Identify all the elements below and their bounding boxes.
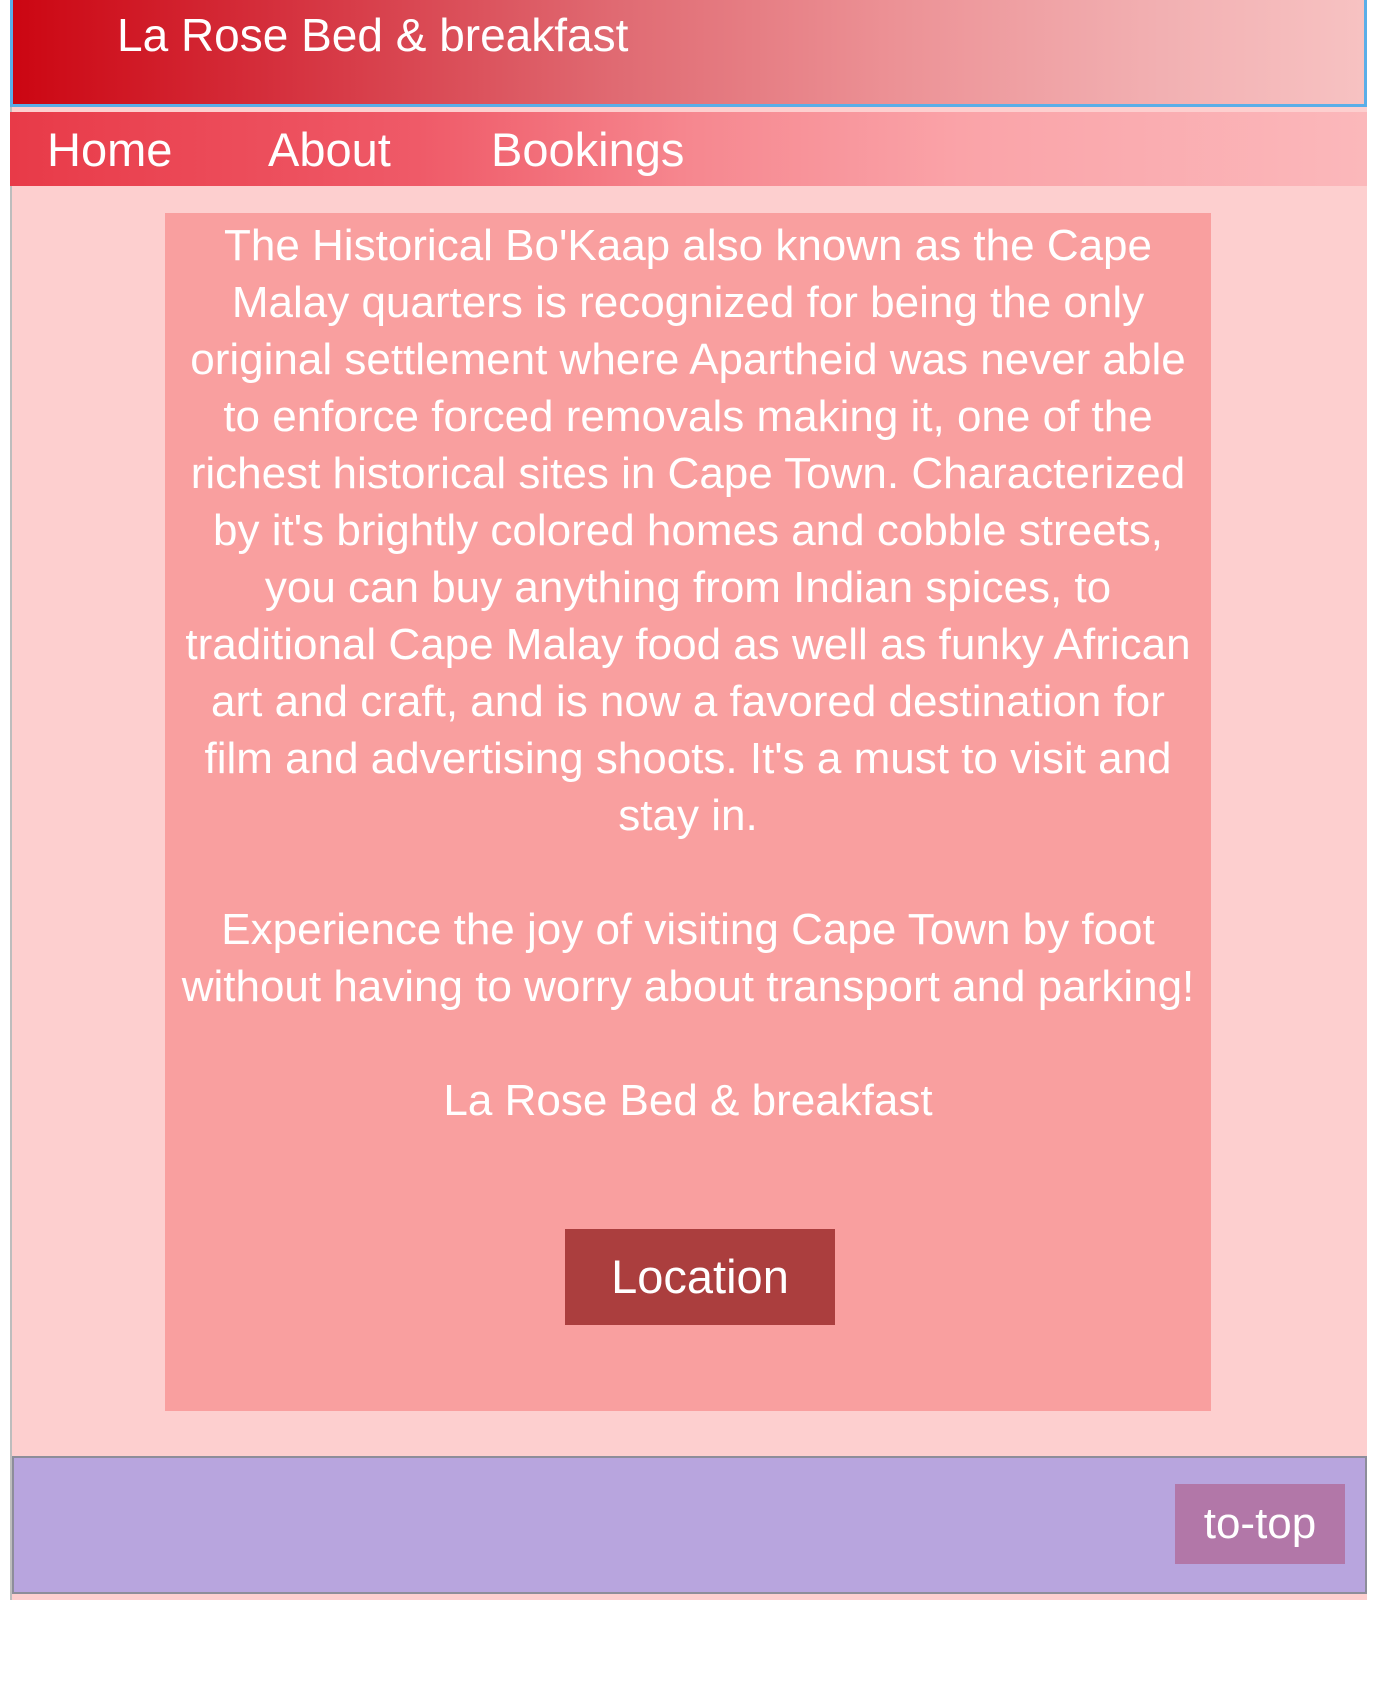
intro-paragraph: The Historical Bo'Kaap also known as the…: [185, 221, 1191, 840]
to-top-button[interactable]: to-top: [1175, 1484, 1345, 1564]
nav-item-bookings[interactable]: Bookings: [491, 122, 684, 177]
brand-line: La Rose Bed & breakfast: [443, 1076, 933, 1125]
content-panel: The Historical Bo'Kaap also known as the…: [165, 213, 1211, 1411]
main-nav: Home About Bookings: [10, 112, 1367, 186]
location-button[interactable]: Location: [565, 1229, 835, 1325]
experience-paragraph: Experience the joy of visiting Cape Town…: [181, 905, 1195, 1011]
nav-item-about[interactable]: About: [268, 122, 391, 177]
site-header: La Rose Bed & breakfast: [10, 0, 1367, 107]
nav-item-home[interactable]: Home: [47, 122, 172, 177]
site-footer: to-top: [12, 1456, 1367, 1594]
site-title: La Rose Bed & breakfast: [117, 9, 629, 61]
